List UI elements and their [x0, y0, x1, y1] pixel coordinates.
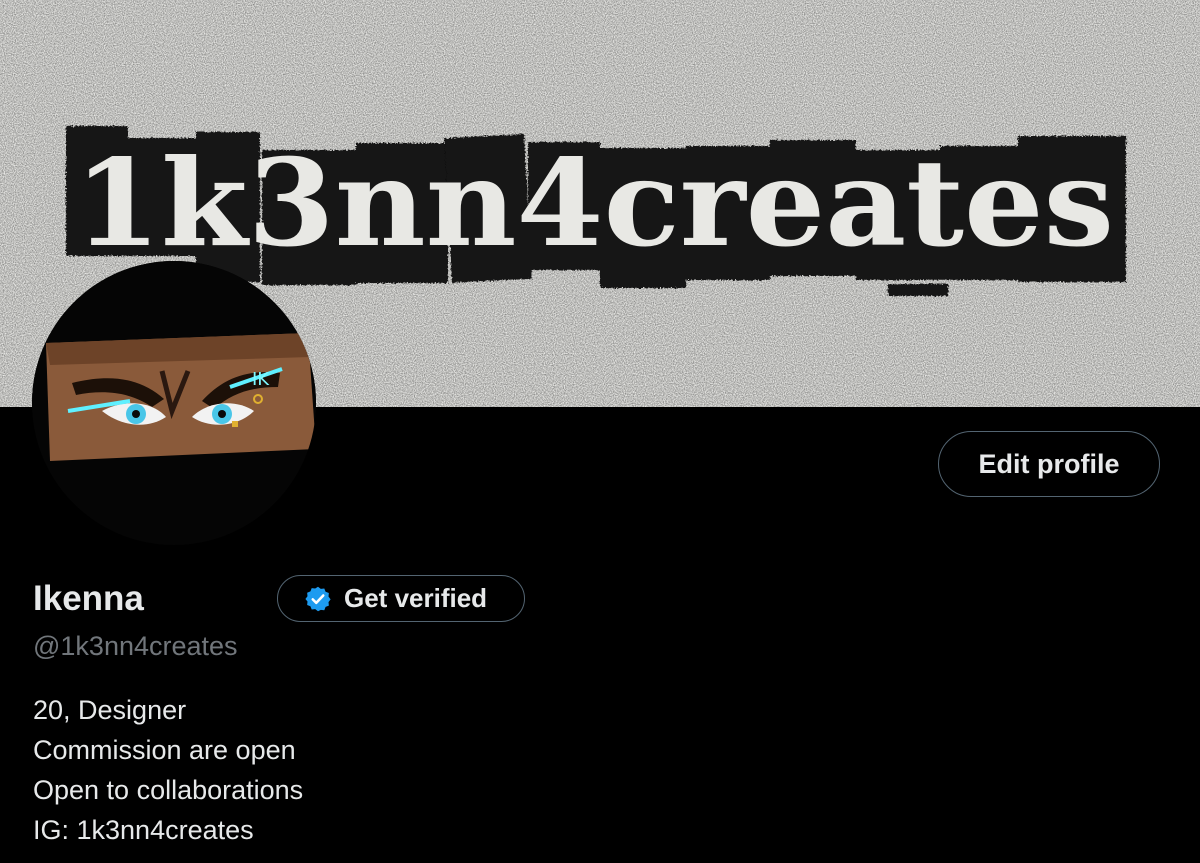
- edit-profile-button[interactable]: Edit profile: [938, 431, 1160, 497]
- edit-profile-label: Edit profile: [978, 448, 1120, 479]
- ninja-eyes-avatar-icon: IK: [32, 261, 316, 545]
- svg-text:IK: IK: [252, 369, 270, 390]
- user-handle: @1k3nn4creates: [33, 631, 238, 661]
- bio-line: 20, Designer: [33, 695, 187, 725]
- get-verified-label: Get verified: [344, 583, 488, 613]
- profile-page: 1k3nn4creates IK Edit profile Ikenna Get…: [0, 0, 1200, 863]
- get-verified-button[interactable]: Get verified: [277, 575, 525, 622]
- bio-line: Commission are open: [33, 735, 296, 765]
- avatar[interactable]: IK: [32, 261, 316, 545]
- profile-bio: 20, Designer Commission are open Open to…: [33, 690, 303, 850]
- verified-badge-icon: [305, 586, 331, 611]
- bio-line: IG: 1k3nn4creates: [33, 815, 254, 845]
- display-name: Ikenna: [33, 579, 144, 618]
- banner-logo-text: 1k3nn4creates: [74, 133, 1114, 274]
- bio-line: Open to collaborations: [33, 775, 304, 805]
